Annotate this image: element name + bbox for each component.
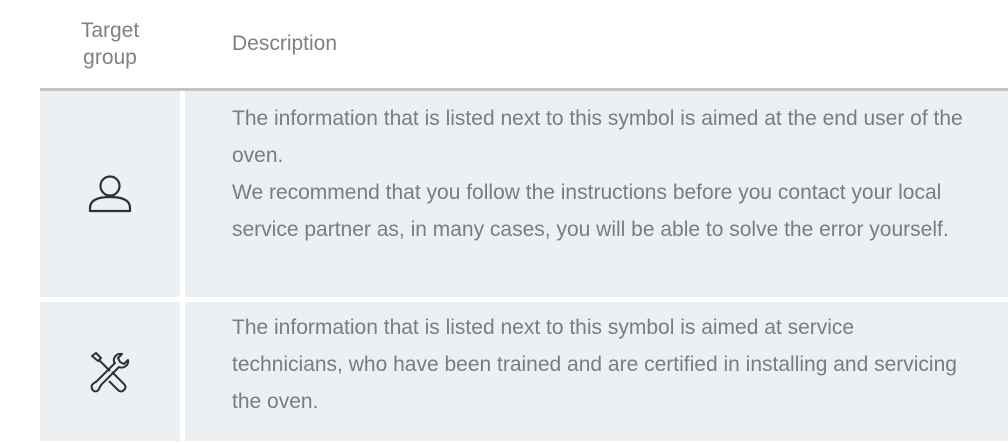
description-paragraph: The information that is listed next to t… bbox=[232, 316, 957, 413]
target-group-table: Target group Description The information… bbox=[40, 0, 1008, 441]
header-target-group-line2: group bbox=[83, 46, 137, 69]
tools-icon bbox=[90, 351, 130, 392]
target-group-cell bbox=[40, 91, 180, 297]
table-header: Target group Description bbox=[40, 0, 1008, 91]
description-paragraph: We recommend that you follow the instruc… bbox=[232, 181, 949, 241]
table-row-end-user: The information that is listed next to t… bbox=[40, 91, 1008, 297]
target-group-cell bbox=[40, 302, 180, 441]
header-target-group: Target group bbox=[40, 0, 180, 88]
header-target-group-line1: Target bbox=[80, 19, 140, 42]
description-cell: The information that is listed next to t… bbox=[185, 302, 1008, 441]
user-icon bbox=[88, 175, 132, 213]
header-description: Description bbox=[232, 32, 338, 55]
description-cell: The information that is listed next to t… bbox=[185, 91, 1008, 297]
table-row-service-technician: The information that is listed next to t… bbox=[40, 297, 1008, 441]
description-paragraph: The information that is listed next to t… bbox=[232, 107, 963, 167]
